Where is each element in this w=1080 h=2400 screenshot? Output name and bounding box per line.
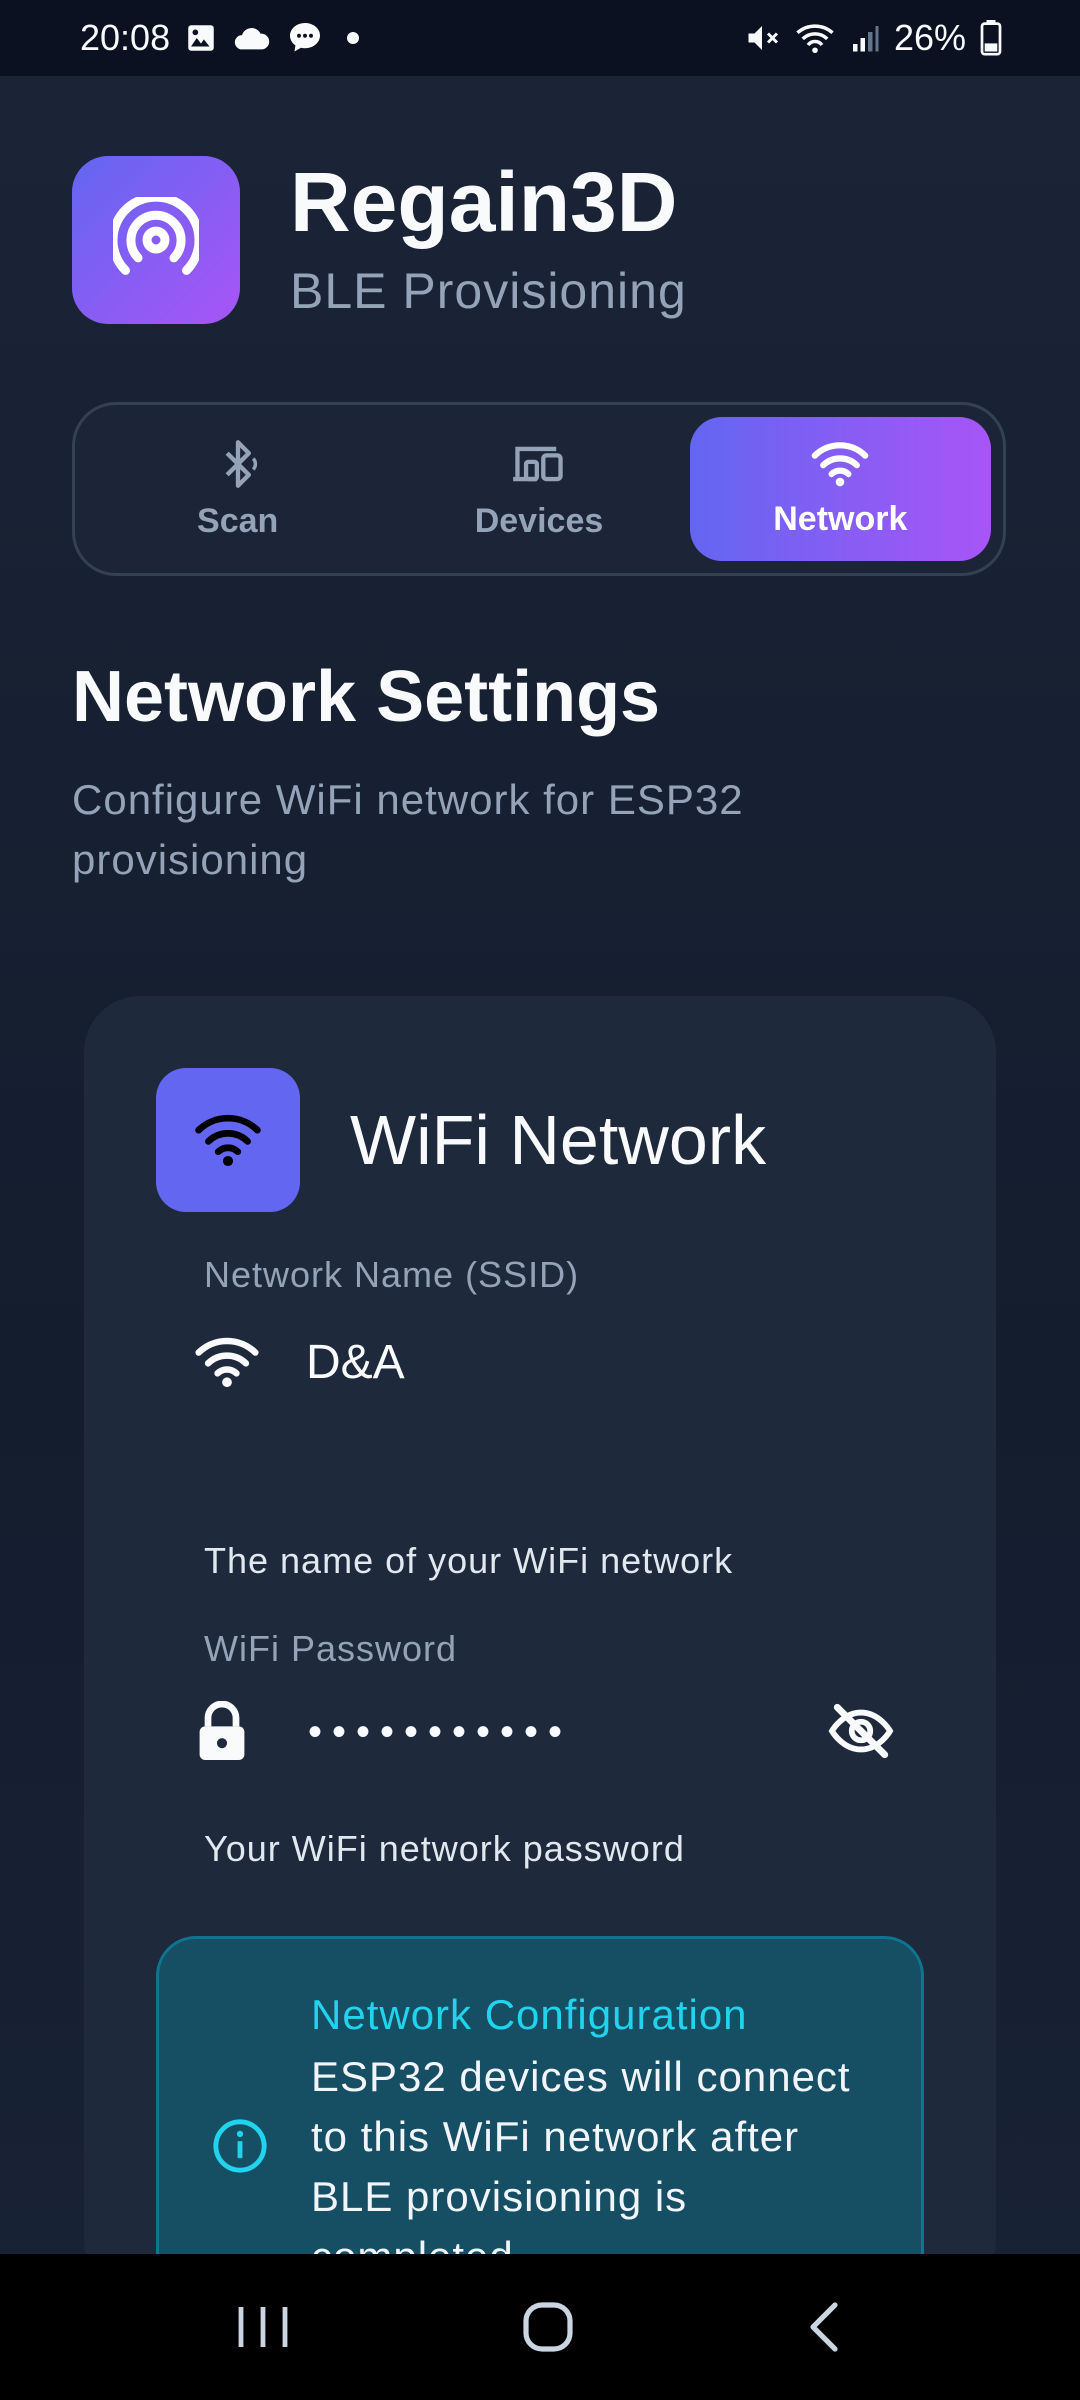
info-text: ESP32 devices will connect to this WiFi … <box>311 2053 851 2254</box>
info-icon <box>211 2117 269 2180</box>
tab-network-label: Network <box>773 499 908 538</box>
tab-scan[interactable]: Scan <box>87 417 388 561</box>
tab-network[interactable]: Network <box>689 417 991 561</box>
wifi-network-card: WiFi Network Network Name (SSID) D&A The… <box>84 996 996 2254</box>
back-button[interactable] <box>803 2299 847 2355</box>
devices-icon <box>513 446 563 481</box>
app-title: Regain3D <box>290 155 678 249</box>
home-icon <box>523 2302 573 2352</box>
home-button[interactable] <box>520 2299 576 2355</box>
ssid-field[interactable]: D&A <box>194 1322 894 1402</box>
password-field[interactable]: ••••••••••• <box>194 1692 894 1772</box>
lock-icon <box>199 1701 245 1760</box>
wifi-icon <box>195 1337 259 1388</box>
ssid-help-text: The name of your WiFi network <box>204 1540 734 1581</box>
app-title-block: Regain3D BLE Provisioning <box>290 160 687 320</box>
network-configuration-info: Network Configuration ESP32 devices will… <box>156 1936 924 2254</box>
app-logo <box>72 156 240 324</box>
app-subtitle: BLE Provisioning <box>290 263 687 319</box>
section-title: Network Settings <box>72 657 661 737</box>
battery-icon <box>980 20 1002 56</box>
recent-apps-button[interactable] <box>233 2299 293 2355</box>
gallery-notification-icon <box>184 21 218 55</box>
password-input[interactable]: ••••••••••• <box>308 1710 572 1755</box>
card-title: WiFi Network <box>350 1101 767 1179</box>
battery-percent: 26% <box>893 17 966 58</box>
section-description: Configure WiFi network for ESP32 provisi… <box>72 776 744 883</box>
tab-bar: Scan Devices Network <box>72 402 1006 576</box>
app-header: Regain3D BLE Provisioning <box>72 156 687 324</box>
wifi-status-icon <box>794 20 836 56</box>
eye-off-icon <box>828 1703 894 1759</box>
tab-devices[interactable]: Devices <box>388 417 689 561</box>
more-dot-icon <box>338 23 368 53</box>
broadcast-icon <box>113 197 199 275</box>
back-icon <box>810 2302 838 2352</box>
password-label: WiFi Password <box>204 1628 458 1669</box>
signal-icon <box>850 23 880 53</box>
status-left: 20:08 <box>80 17 368 59</box>
recent-apps-icon <box>238 2307 288 2347</box>
info-title: Network Configuration <box>311 1991 748 2038</box>
system-navigation-bar <box>0 2254 1080 2400</box>
password-help-text: Your WiFi network password <box>204 1828 685 1869</box>
cloud-notification-icon <box>232 23 272 53</box>
mute-icon <box>744 20 780 56</box>
status-right: 26% <box>744 17 1002 59</box>
status-time: 20:08 <box>80 17 171 58</box>
tab-devices-label: Devices <box>474 501 604 540</box>
ssid-label: Network Name (SSID) <box>204 1254 580 1295</box>
app-screen: Regain3D BLE Provisioning Scan Devices N… <box>0 76 1080 2254</box>
bluetooth-icon <box>225 439 257 488</box>
wifi-icon <box>195 1114 261 1167</box>
toggle-password-visibility-button[interactable] <box>828 1702 894 1765</box>
tab-scan-label: Scan <box>197 501 279 540</box>
card-header: WiFi Network <box>156 1068 766 1212</box>
chat-notification-icon <box>286 20 324 56</box>
ssid-input[interactable]: D&A <box>306 1335 405 1390</box>
card-icon-badge <box>156 1068 300 1212</box>
wifi-icon <box>811 441 869 486</box>
status-bar: 20:08 26% <box>0 0 1080 76</box>
